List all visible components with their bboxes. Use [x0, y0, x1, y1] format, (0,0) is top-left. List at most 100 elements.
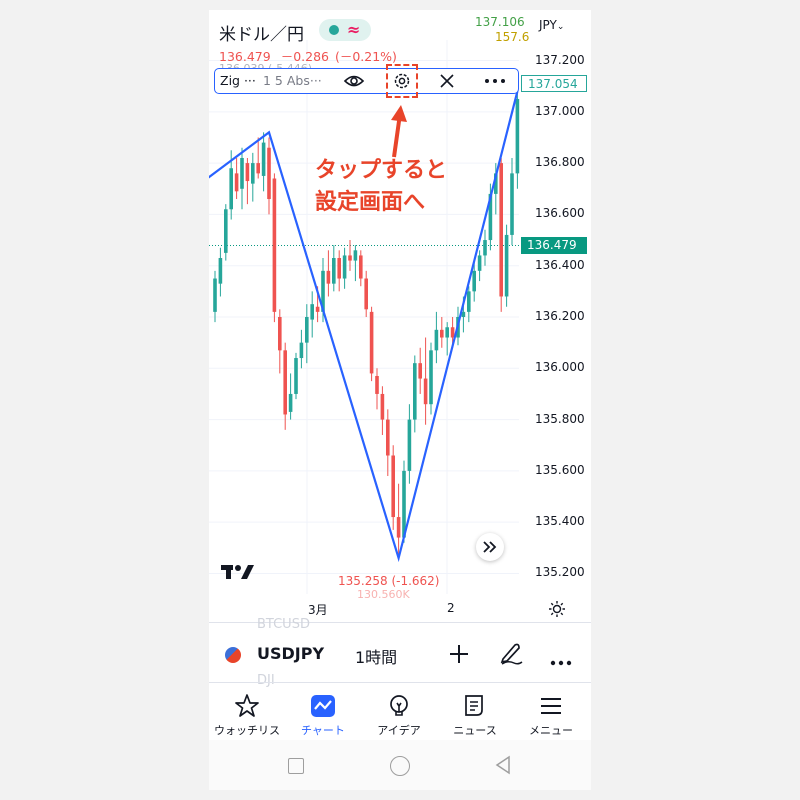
home-icon[interactable] [390, 756, 410, 776]
candle-down [423, 378, 428, 405]
recents-icon[interactable] [288, 758, 304, 774]
symbol-title[interactable]: 米ドル／円 [219, 20, 304, 45]
candle-down [369, 311, 374, 374]
candle-down [418, 363, 422, 379]
price-axis-label: 135.600 [535, 462, 585, 477]
phone-screen: 米ドル／円 ≈ 137.106 157.6 JPY⌄ 136.479 －0.28… [209, 10, 591, 790]
candle-down [364, 278, 368, 310]
candle-up [332, 258, 336, 284]
candle-up [305, 317, 309, 343]
plus-icon[interactable] [449, 644, 469, 668]
candle-down [375, 375, 379, 394]
price-axis-label: 135.200 [535, 565, 585, 580]
price-axis-label: 137.000 [535, 103, 585, 118]
price-badge-current: 136.479 [521, 237, 587, 255]
more-options-icon[interactable] [483, 72, 507, 94]
pen-icon[interactable] [498, 640, 524, 670]
time-label-day: 2 [447, 601, 455, 615]
chart-icon [311, 695, 335, 717]
candle-up [224, 209, 228, 253]
candle-up [515, 98, 520, 174]
candle-down [386, 419, 390, 456]
price-axis-label: 136.200 [535, 309, 585, 323]
candle-up [251, 163, 255, 184]
candle-up [310, 304, 314, 320]
annotation-line-2: 設定画面へ [315, 190, 426, 215]
system-nav-bar [209, 740, 591, 790]
candle-down [234, 173, 239, 192]
nav-news[interactable]: ニュース [437, 693, 513, 738]
candle-up [299, 342, 304, 359]
nav-label: チャート [301, 724, 345, 737]
candle-down [499, 163, 503, 297]
price-axis-label: 135.400 [535, 514, 585, 529]
price-axis-label: 137.200 [535, 52, 585, 67]
symbol-button[interactable]: USDJPY [257, 644, 324, 663]
candle-up [434, 329, 439, 351]
candle-down [348, 255, 352, 261]
change-pct: (－0.21%) [334, 49, 397, 64]
divider-2 [209, 682, 591, 683]
nav-label: メニュー [529, 724, 573, 737]
candle-up [413, 363, 417, 420]
price-badge-high: 137.054 [521, 75, 587, 92]
annotation-line-1: タップすると [315, 158, 448, 183]
nav-label: ニュース [453, 724, 497, 737]
candle-down [391, 455, 395, 518]
candle-up [477, 255, 482, 271]
eye-icon[interactable] [343, 72, 365, 94]
star-icon [235, 694, 259, 717]
top-price: 137.106 [475, 15, 525, 29]
indicator-toolbar[interactable]: Zig ··· 1 5 Abs··· [214, 64, 519, 98]
time-label-month: 3月 [308, 603, 328, 617]
candle-up [213, 278, 217, 312]
candle-up [467, 291, 471, 312]
candle-up [240, 157, 244, 189]
candle-up [429, 350, 433, 405]
indicator-name[interactable]: Zig ··· [220, 73, 256, 88]
candle-down [256, 163, 260, 174]
ghost-symbol-bottom: DJI [257, 673, 275, 688]
nav-menu[interactable]: メニュー [513, 693, 589, 738]
candle-down [278, 317, 282, 351]
candle-up [294, 358, 298, 394]
more-icon[interactable] [550, 651, 572, 670]
candle-up [504, 234, 509, 297]
gear-icon[interactable] [392, 72, 412, 94]
candle-up [472, 270, 476, 292]
candle-up [407, 419, 412, 471]
candle-down [380, 393, 385, 420]
market-status-pill[interactable]: ≈ [319, 19, 371, 41]
nav-chart[interactable]: チャート [285, 693, 361, 738]
candle-up [342, 255, 347, 279]
candle-down [450, 327, 455, 338]
ghost-symbol-top: BTCUSD [257, 617, 310, 632]
candle-up [483, 240, 487, 256]
sun-icon[interactable] [548, 600, 566, 622]
candle-down [396, 517, 401, 538]
nav-ideas[interactable]: アイデア [361, 693, 437, 738]
close-icon[interactable] [438, 72, 456, 94]
candle-down [267, 147, 271, 200]
menu-icon [541, 698, 561, 714]
back-icon[interactable] [494, 755, 512, 775]
chevron-down-icon: ⌄ [556, 22, 565, 32]
currency-selector[interactable]: JPY⌄ [536, 18, 565, 32]
low-price-label: 135.258 (-1.662) [338, 574, 440, 588]
currency-label: JPY [539, 18, 557, 32]
candle-up [445, 327, 449, 338]
candle-down [315, 306, 320, 312]
candle-down [245, 163, 250, 182]
candle-down [272, 178, 277, 312]
candle-up [218, 258, 223, 284]
double-chevron-right-icon [483, 541, 497, 553]
interval-button[interactable]: 1時間 [355, 644, 397, 668]
price-chart[interactable] [209, 10, 591, 610]
top-price-2: 157.6 [495, 30, 530, 44]
price-axis-label: 136.400 [535, 257, 585, 272]
price-axis-label: 136.000 [535, 360, 585, 375]
price-axis-label: 136.600 [535, 206, 585, 221]
lightbulb-icon [390, 695, 408, 716]
scroll-to-latest-button[interactable] [476, 533, 504, 561]
approx-icon: ≈ [347, 20, 361, 39]
